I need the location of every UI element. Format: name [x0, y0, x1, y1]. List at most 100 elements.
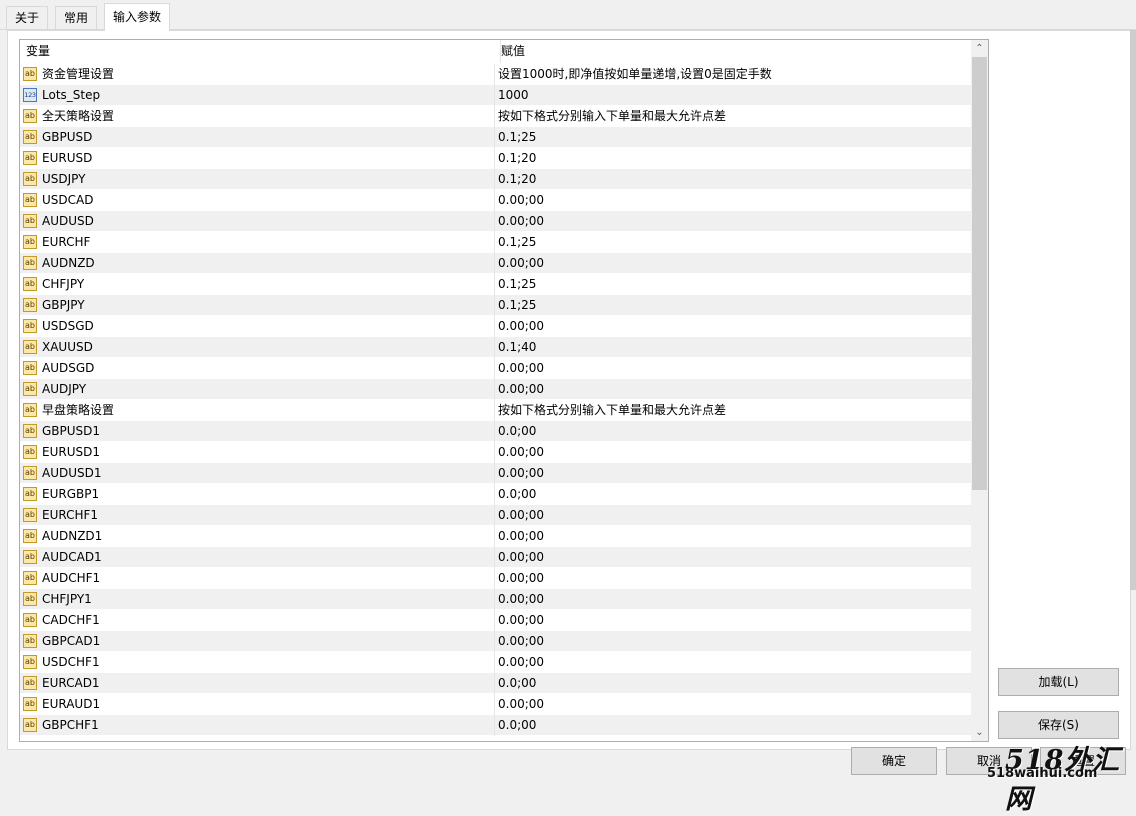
- table-row[interactable]: ab GBPCAD1 0.00;00: [20, 631, 971, 652]
- value-cell[interactable]: 0.1;20: [498, 169, 968, 190]
- variable-cell[interactable]: ab GBPCHF1: [20, 715, 495, 736]
- table-row[interactable]: ab GBPUSD1 0.0;00: [20, 421, 971, 442]
- table-row[interactable]: ab 早盘策略设置 按如下格式分别输入下单量和最大允许点差: [20, 400, 971, 421]
- value-cell[interactable]: 0.00;00: [498, 547, 968, 568]
- value-cell[interactable]: 0.00;00: [498, 526, 968, 547]
- variable-cell[interactable]: ab AUDNZD1: [20, 526, 495, 547]
- value-cell[interactable]: 0.00;00: [498, 610, 968, 631]
- variable-cell[interactable]: ab AUDSGD: [20, 358, 495, 379]
- table-row[interactable]: ab EURUSD 0.1;20: [20, 148, 971, 169]
- value-cell[interactable]: 0.00;00: [498, 505, 968, 526]
- vertical-scrollbar[interactable]: ⌃ ⌄: [971, 40, 988, 741]
- value-cell[interactable]: 设置1000时,即净值按如单量递增,设置0是固定手数: [498, 64, 968, 85]
- variable-cell[interactable]: ab XAUUSD: [20, 337, 495, 358]
- variable-cell[interactable]: ab CHFJPY: [20, 274, 495, 295]
- value-cell[interactable]: 0.00;00: [498, 379, 968, 400]
- table-row[interactable]: ab GBPCHF1 0.0;00: [20, 715, 971, 736]
- variable-cell[interactable]: 123 Lots_Step: [20, 85, 495, 106]
- variable-cell[interactable]: ab EURCHF1: [20, 505, 495, 526]
- table-row[interactable]: ab AUDJPY 0.00;00: [20, 379, 971, 400]
- value-cell[interactable]: 0.00;00: [498, 463, 968, 484]
- table-row[interactable]: ab XAUUSD 0.1;40: [20, 337, 971, 358]
- value-cell[interactable]: 0.1;40: [498, 337, 968, 358]
- table-row[interactable]: ab GBPJPY 0.1;25: [20, 295, 971, 316]
- variable-cell[interactable]: ab EURGBP1: [20, 484, 495, 505]
- table-row[interactable]: ab AUDNZD 0.00;00: [20, 253, 971, 274]
- table-row[interactable]: ab AUDCAD1 0.00;00: [20, 547, 971, 568]
- value-cell[interactable]: 0.1;25: [498, 232, 968, 253]
- variable-cell[interactable]: ab GBPUSD1: [20, 421, 495, 442]
- variable-cell[interactable]: ab CADCHF1: [20, 610, 495, 631]
- value-cell[interactable]: 0.1;25: [498, 274, 968, 295]
- table-row[interactable]: ab CHFJPY1 0.00;00: [20, 589, 971, 610]
- variable-cell[interactable]: ab AUDUSD1: [20, 463, 495, 484]
- table-row[interactable]: ab USDCHF1 0.00;00: [20, 652, 971, 673]
- value-cell[interactable]: 0.00;00: [498, 568, 968, 589]
- scroll-thumb[interactable]: [972, 57, 987, 490]
- ok-button[interactable]: 确定: [851, 747, 937, 775]
- variable-cell[interactable]: ab USDCAD: [20, 190, 495, 211]
- table-row[interactable]: ab 全天策略设置 按如下格式分别输入下单量和最大允许点差: [20, 106, 971, 127]
- table-row[interactable]: ab EURCAD1 0.0;00: [20, 673, 971, 694]
- variable-cell[interactable]: ab GBPCAD1: [20, 631, 495, 652]
- variable-cell[interactable]: ab EURAUD1: [20, 694, 495, 715]
- table-row[interactable]: ab AUDCHF1 0.00;00: [20, 568, 971, 589]
- table-row[interactable]: ab EURGBP1 0.0;00: [20, 484, 971, 505]
- table-row[interactable]: ab EURUSD1 0.00;00: [20, 442, 971, 463]
- value-cell[interactable]: 0.00;00: [498, 652, 968, 673]
- tab-common[interactable]: 常用: [55, 6, 98, 29]
- window-scrollbar[interactable]: [1130, 30, 1136, 730]
- value-cell[interactable]: 0.00;00: [498, 442, 968, 463]
- value-cell[interactable]: 0.1;25: [498, 295, 968, 316]
- variable-cell[interactable]: ab EURUSD: [20, 148, 495, 169]
- window-scroll-thumb[interactable]: [1130, 30, 1136, 590]
- variable-cell[interactable]: ab EURUSD1: [20, 442, 495, 463]
- value-cell[interactable]: 0.0;00: [498, 673, 968, 694]
- value-cell[interactable]: 0.00;00: [498, 316, 968, 337]
- column-header-value[interactable]: 赋值: [495, 40, 971, 63]
- variable-cell[interactable]: ab AUDCHF1: [20, 568, 495, 589]
- variable-cell[interactable]: ab 全天策略设置: [20, 106, 495, 127]
- table-row[interactable]: ab AUDSGD 0.00;00: [20, 358, 971, 379]
- table-row[interactable]: ab CADCHF1 0.00;00: [20, 610, 971, 631]
- value-cell[interactable]: 0.00;00: [498, 589, 968, 610]
- table-row[interactable]: ab USDCAD 0.00;00: [20, 190, 971, 211]
- value-cell[interactable]: 1000: [498, 85, 968, 106]
- variable-cell[interactable]: ab USDCHF1: [20, 652, 495, 673]
- table-row[interactable]: ab 资金管理设置 设置1000时,即净值按如单量递增,设置0是固定手数: [20, 64, 971, 85]
- variable-cell[interactable]: ab GBPUSD: [20, 127, 495, 148]
- variable-cell[interactable]: ab 早盘策略设置: [20, 400, 495, 421]
- value-cell[interactable]: 0.0;00: [498, 484, 968, 505]
- save-button[interactable]: 保存(S): [998, 711, 1119, 739]
- tab-input-parameters[interactable]: 输入参数: [104, 3, 171, 31]
- table-row[interactable]: ab USDJPY 0.1;20: [20, 169, 971, 190]
- table-row[interactable]: ab AUDNZD1 0.00;00: [20, 526, 971, 547]
- value-cell[interactable]: 0.00;00: [498, 190, 968, 211]
- value-cell[interactable]: 0.00;00: [498, 211, 968, 232]
- variable-cell[interactable]: ab USDSGD: [20, 316, 495, 337]
- table-row[interactable]: ab EURCHF 0.1;25: [20, 232, 971, 253]
- value-cell[interactable]: 按如下格式分别输入下单量和最大允许点差: [498, 106, 968, 127]
- value-cell[interactable]: 0.0;00: [498, 421, 968, 442]
- table-row[interactable]: 123 Lots_Step 1000: [20, 85, 971, 106]
- table-row[interactable]: ab EURCHF1 0.00;00: [20, 505, 971, 526]
- variable-cell[interactable]: ab USDJPY: [20, 169, 495, 190]
- scroll-up-icon[interactable]: ⌃: [971, 40, 988, 57]
- table-row[interactable]: ab EURAUD1 0.00;00: [20, 694, 971, 715]
- variable-cell[interactable]: ab 资金管理设置: [20, 64, 495, 85]
- value-cell[interactable]: 0.1;20: [498, 148, 968, 169]
- value-cell[interactable]: 0.1;25: [498, 127, 968, 148]
- value-cell[interactable]: 0.00;00: [498, 631, 968, 652]
- variable-cell[interactable]: ab AUDNZD: [20, 253, 495, 274]
- table-row[interactable]: ab USDSGD 0.00;00: [20, 316, 971, 337]
- variable-cell[interactable]: ab EURCHF: [20, 232, 495, 253]
- table-row[interactable]: ab GBPUSD 0.1;25: [20, 127, 971, 148]
- variable-cell[interactable]: ab AUDJPY: [20, 379, 495, 400]
- value-cell[interactable]: 0.00;00: [498, 694, 968, 715]
- table-row[interactable]: ab CHFJPY 0.1;25: [20, 274, 971, 295]
- value-cell[interactable]: 0.00;00: [498, 358, 968, 379]
- load-button[interactable]: 加载(L): [998, 668, 1119, 696]
- tab-about[interactable]: 关于: [6, 6, 49, 29]
- value-cell[interactable]: 按如下格式分别输入下单量和最大允许点差: [498, 400, 968, 421]
- scroll-down-icon[interactable]: ⌄: [971, 724, 988, 741]
